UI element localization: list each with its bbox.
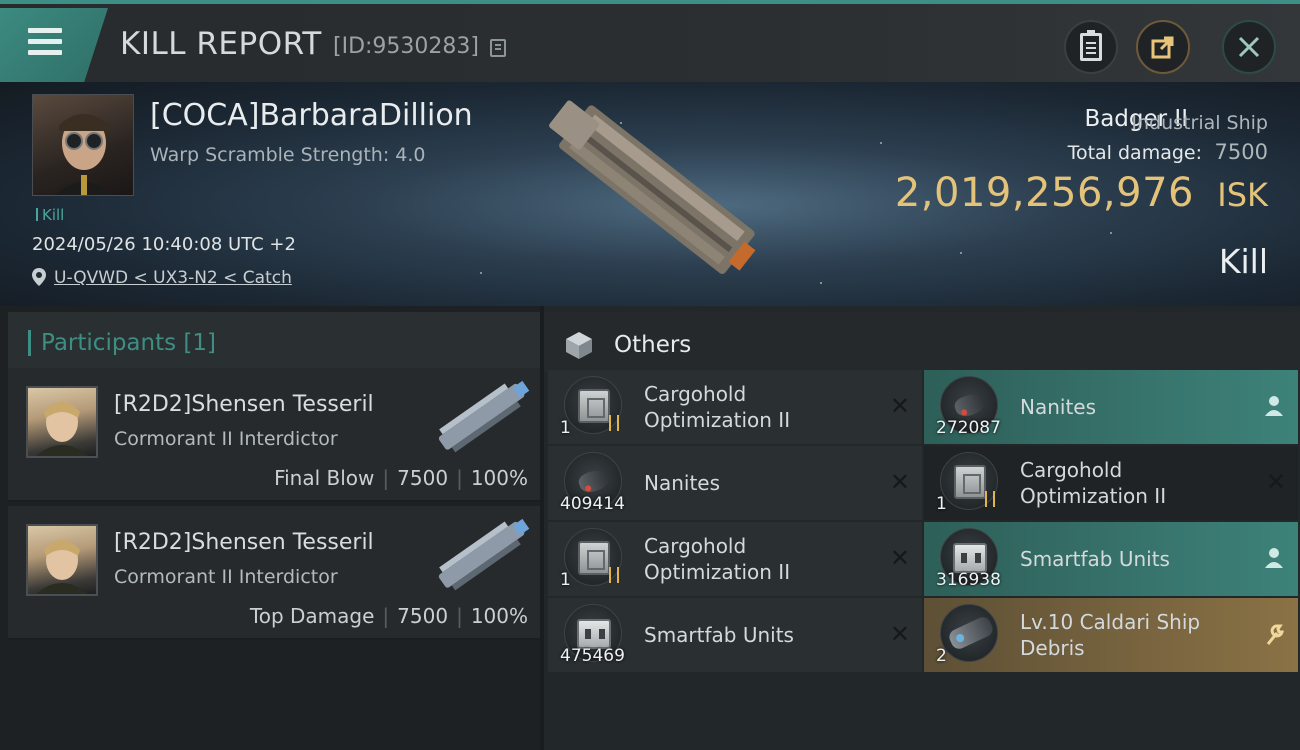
item-name: Lv.10 Caldari Ship Debris	[1020, 610, 1201, 660]
participant-name[interactable]: [R2D2]Shensen Tesseril	[114, 530, 374, 555]
debris-icon	[940, 604, 998, 662]
location-link[interactable]: U-QVWD < UX3-N2 < Catch	[54, 268, 292, 288]
participant-role: Top Damage	[249, 604, 375, 628]
kill-result: Kill	[1218, 242, 1268, 281]
copy-icon[interactable]	[490, 39, 506, 57]
page-title: KILL REPORT	[120, 26, 322, 62]
others-header: Others	[544, 312, 1300, 372]
item-row[interactable]: 475469 Smartfab Units ✕	[548, 598, 922, 672]
item-name: Nanites	[644, 471, 721, 495]
destroyed-icon: ✕	[889, 468, 910, 496]
menu-icon	[28, 28, 62, 33]
participant-ship: Cormorant II Interdictor	[114, 566, 338, 588]
participant-damage: 7500	[397, 604, 449, 628]
victim-avatar[interactable]	[32, 94, 134, 196]
item-quantity: 2	[936, 646, 947, 666]
participant-role: Final Blow	[274, 466, 375, 490]
person-icon	[1265, 396, 1283, 416]
others-label: Others	[614, 332, 692, 358]
item-quantity: 316938	[936, 570, 1001, 590]
participant-ship-image	[438, 380, 530, 453]
participant-damage: 7500	[397, 466, 449, 490]
item-quantity: 272087	[936, 418, 1001, 438]
item-row[interactable]: 409414 Nanites ✕	[548, 446, 922, 520]
kill-tag: Kill	[36, 206, 64, 224]
cargohold-icon	[564, 376, 622, 434]
isk-value: 2,019,256,976	[894, 170, 1194, 216]
participant-stats: Final Blow | 7500 | 100%	[274, 466, 528, 490]
person-icon	[1265, 548, 1283, 568]
close-icon	[1238, 36, 1260, 58]
item-quantity: 475469	[560, 646, 625, 666]
total-damage-value: 7500	[1214, 140, 1268, 164]
kill-timestamp: 2024/05/26 10:40:08 UTC +2	[32, 234, 296, 255]
cargohold-icon	[564, 528, 622, 586]
victim-banner: [COCA]BarbaraDillion Warp Scramble Stren…	[0, 82, 1300, 306]
participant-avatar[interactable]	[26, 386, 98, 458]
destroyed-icon: ✕	[889, 620, 910, 648]
item-name: Cargohold Optimization II	[644, 382, 791, 432]
kill-report-header: KILL REPORT [ID:9530283]	[0, 0, 1300, 82]
item-row[interactable]: 1 Cargohold Optimization II ✕	[924, 446, 1298, 520]
item-row[interactable]: 316938 Smartfab Units	[924, 522, 1298, 596]
item-row[interactable]: 272087 Nanites	[924, 370, 1298, 444]
participant-stats: Top Damage | 7500 | 100%	[249, 604, 528, 628]
warp-scramble-strength: Warp Scramble Strength: 4.0	[150, 144, 426, 166]
destroyed-icon: ✕	[889, 392, 910, 420]
item-quantity: 1	[936, 494, 947, 514]
clipboard-icon	[1080, 30, 1102, 61]
location-pin-icon	[32, 268, 46, 286]
total-damage-label: Total damage:	[1067, 142, 1202, 164]
share-button[interactable]	[1136, 20, 1190, 74]
item-quantity: 1	[560, 570, 571, 590]
participant-ship: Cormorant II Interdictor	[114, 428, 338, 450]
cube-icon	[566, 332, 592, 359]
participant-percent: 100%	[470, 604, 528, 628]
item-name: Cargohold Optimization II	[644, 534, 791, 584]
cargohold-icon	[940, 452, 998, 510]
item-quantity: 409414	[560, 494, 625, 514]
participant-ship-image	[438, 518, 530, 591]
participant-avatar[interactable]	[26, 524, 98, 596]
menu-button[interactable]	[0, 8, 108, 82]
item-row[interactable]: 1 Cargohold Optimization II ✕	[548, 370, 922, 444]
victim-ship-image	[549, 100, 756, 274]
victim-name[interactable]: [COCA]BarbaraDillion	[150, 98, 473, 133]
participant-row[interactable]: [R2D2]Shensen Tesseril Cormorant II Inte…	[8, 506, 540, 640]
participants-label: Participants	[41, 330, 177, 356]
item-name: Nanites	[1020, 395, 1097, 419]
participant-name[interactable]: [R2D2]Shensen Tesseril	[114, 392, 374, 417]
item-quantity: 1	[560, 418, 571, 438]
destroyed-icon: ✕	[889, 544, 910, 572]
participants-header: Participants [1]	[8, 312, 540, 372]
item-name: Smartfab Units	[1020, 547, 1170, 571]
item-row[interactable]: 2 Lv.10 Caldari Ship Debris	[924, 598, 1298, 672]
report-id: [ID:9530283]	[333, 34, 479, 59]
participants-count: [1]	[183, 330, 217, 356]
participant-row[interactable]: [R2D2]Shensen Tesseril Cormorant II Inte…	[8, 368, 540, 502]
victim-ship-class: Industrial Ship	[1131, 112, 1268, 134]
clipboard-button[interactable]	[1064, 20, 1118, 74]
participant-percent: 100%	[470, 466, 528, 490]
wrench-icon	[1266, 624, 1284, 645]
participants-panel: Participants [1] [R2D2]Shensen Tesseril …	[0, 306, 540, 750]
destroyed-icon: ✕	[1265, 468, 1286, 496]
close-button[interactable]	[1222, 20, 1276, 74]
item-name: Smartfab Units	[644, 623, 794, 647]
isk-unit: ISK	[1217, 176, 1268, 214]
share-icon	[1151, 36, 1174, 59]
item-name: Cargohold Optimization II	[1020, 458, 1167, 508]
item-row[interactable]: 1 Cargohold Optimization II ✕	[548, 522, 922, 596]
others-panel: Others 1 Cargohold Optimization II ✕ 272…	[544, 306, 1300, 750]
